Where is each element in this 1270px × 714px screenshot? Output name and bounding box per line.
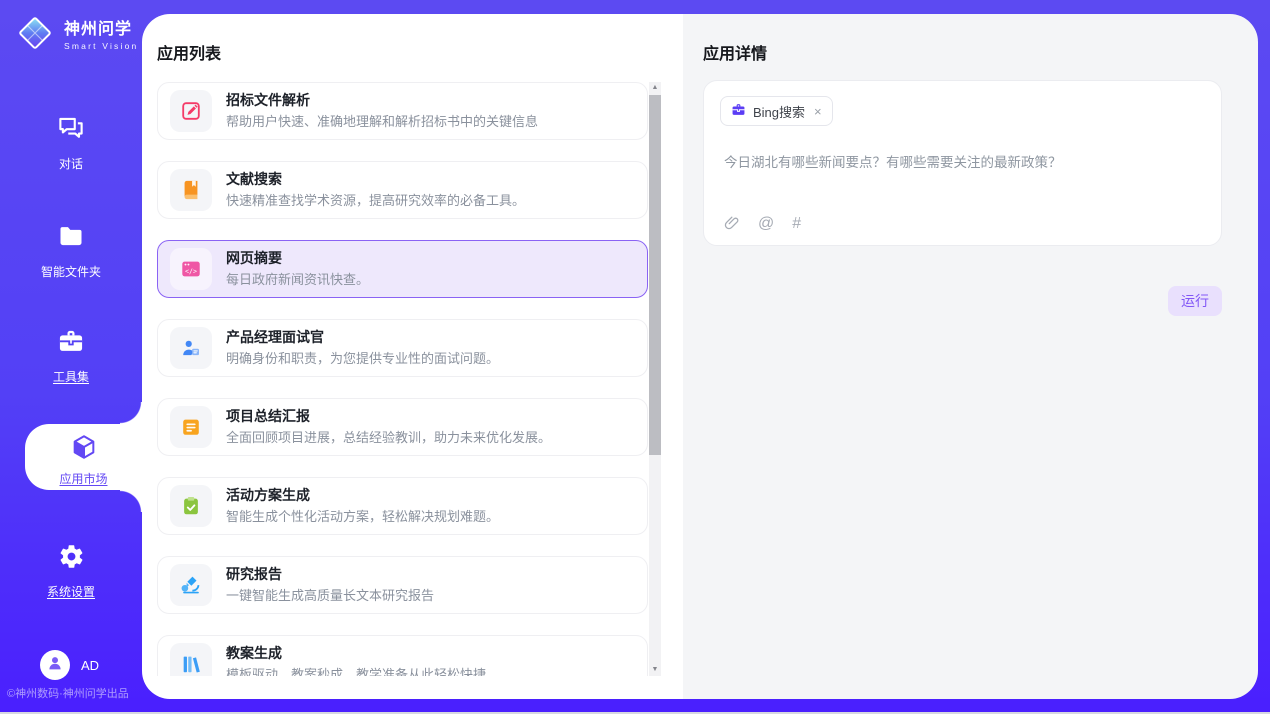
app-list-panel: 应用列表 招标文件解析 帮助用户快速、准确地理解和解析招标书中的关键信息 [142, 14, 683, 699]
app-item-desc: 全面回顾项目进展，总结经验教训，助力未来优化发展。 [226, 430, 551, 446]
sidebar-item-smart-folder[interactable]: 智能文件夹 [0, 222, 142, 280]
run-button[interactable]: 运行 [1168, 286, 1222, 316]
diamond-logo-icon [14, 12, 56, 54]
svg-text:</>: </> [185, 267, 197, 275]
app-list-item-web-summary[interactable]: </> 网页摘要 每日政府新闻资讯快查。 [157, 240, 648, 298]
avatar [40, 650, 70, 680]
app-detail-title: 应用详情 [703, 40, 767, 64]
prompt-toolbar: @ # [723, 215, 801, 232]
app-item-title: 文献搜索 [226, 171, 525, 189]
app-item-desc: 智能生成个性化活动方案，轻松解决规划难题。 [226, 509, 499, 525]
app-item-title: 研究报告 [226, 566, 434, 584]
interviewer-icon [170, 327, 212, 369]
sidebar-item-label: 系统设置 [47, 583, 95, 600]
app-item-desc: 一键智能生成高质量长文本研究报告 [226, 588, 434, 604]
app-item-title: 项目总结汇报 [226, 408, 551, 426]
user-name: AD [81, 658, 99, 673]
attachment-icon[interactable] [723, 215, 740, 232]
sidebar-item-label: 对话 [59, 155, 83, 172]
app-list-item-bid-parse[interactable]: 招标文件解析 帮助用户快速、准确地理解和解析招标书中的关键信息 [157, 82, 648, 140]
tool-tag-label: Bing搜索 [753, 102, 805, 121]
app-list-scrollbar[interactable]: ▲ ▼ [649, 82, 661, 676]
app-item-desc: 模板驱动，教案秒成，教学准备从此轻松快捷 [226, 667, 486, 676]
app-list-item-research-report[interactable]: 研究报告 一键智能生成高质量长文本研究报告 [157, 556, 648, 614]
sidebar-item-label: 工具集 [53, 368, 89, 385]
brand-subtitle: Smart Vision [64, 41, 138, 51]
app-item-title: 招标文件解析 [226, 92, 538, 110]
chat-icon [56, 112, 86, 147]
user-account[interactable]: AD [40, 650, 99, 680]
gear-icon [58, 543, 85, 575]
app-list: 招标文件解析 帮助用户快速、准确地理解和解析招标书中的关键信息 文献搜索 快速精… [157, 82, 648, 676]
avatar-person-icon [46, 654, 64, 677]
app-item-title: 活动方案生成 [226, 487, 499, 505]
sidebar-item-label: 智能文件夹 [41, 263, 101, 280]
app-list-title: 应用列表 [157, 40, 221, 64]
edit-doc-icon [170, 90, 212, 132]
app-item-title: 网页摘要 [226, 250, 369, 268]
app-list-item-lesson-plan[interactable]: 教案生成 模板驱动，教案秒成，教学准备从此轻松快捷 [157, 635, 648, 676]
sidebar-item-chat[interactable]: 对话 [0, 112, 142, 172]
app-list-item-literature-search[interactable]: 文献搜索 快速精准查找学术资源，提高研究效率的必备工具。 [157, 161, 648, 219]
close-icon[interactable]: × [814, 104, 822, 119]
mention-icon[interactable]: @ [758, 216, 774, 232]
brand-name: 神州问学 [64, 15, 138, 39]
app-item-title: 产品经理面试官 [226, 329, 499, 347]
sidebar-item-label: 应用市场 [59, 470, 107, 487]
hash-icon[interactable]: # [792, 216, 801, 232]
browser-code-icon: </> [170, 248, 212, 290]
main-content: 应用列表 招标文件解析 帮助用户快速、准确地理解和解析招标书中的关键信息 [142, 14, 1258, 699]
cube-icon [70, 433, 98, 466]
toolbox-icon [57, 327, 85, 360]
briefcase-icon [731, 102, 746, 120]
app-item-desc: 快速精准查找学术资源，提高研究效率的必备工具。 [226, 193, 525, 209]
book-icon [170, 169, 212, 211]
app-list-item-event-plan[interactable]: 活动方案生成 智能生成个性化活动方案，轻松解决规划难题。 [157, 477, 648, 535]
sidebar-item-app-market[interactable]: 应用市场 [25, 424, 142, 490]
sidebar-item-settings[interactable]: 系统设置 [0, 543, 142, 600]
sidebar: 神州问学 Smart Vision 对话 智能文件夹 工具集 [0, 0, 142, 714]
folder-icon [57, 222, 85, 255]
brand-logo: 神州问学 Smart Vision [14, 12, 138, 54]
scrollbar-thumb[interactable] [649, 95, 661, 455]
copyright-text: ©神州数码·神州问学出品 [7, 685, 129, 701]
research-icon [170, 564, 212, 606]
books-icon [170, 643, 212, 676]
app-item-title: 教案生成 [226, 645, 486, 663]
scroll-up-icon[interactable]: ▲ [649, 83, 661, 93]
report-board-icon [170, 406, 212, 448]
app-list-item-pm-interviewer[interactable]: 产品经理面试官 明确身份和职责，为您提供专业性的面试问题。 [157, 319, 648, 377]
sidebar-item-toolset[interactable]: 工具集 [0, 327, 142, 385]
tool-tag-bing-search[interactable]: Bing搜索 × [720, 96, 833, 126]
app-item-desc: 每日政府新闻资讯快查。 [226, 272, 369, 288]
prompt-card: Bing搜索 × 今日湖北有哪些新闻要点？有哪些需要关注的最新政策？ @ # [703, 80, 1222, 246]
app-list-item-project-summary[interactable]: 项目总结汇报 全面回顾项目进展，总结经验教训，助力未来优化发展。 [157, 398, 648, 456]
app-item-desc: 帮助用户快速、准确地理解和解析招标书中的关键信息 [226, 114, 538, 130]
app-item-desc: 明确身份和职责，为您提供专业性的面试问题。 [226, 351, 499, 367]
prompt-input[interactable]: 今日湖北有哪些新闻要点？有哪些需要关注的最新政策？ [724, 151, 1201, 171]
scroll-down-icon[interactable]: ▼ [649, 665, 661, 675]
app-detail-panel: 应用详情 Bing搜索 × 今日湖北有哪些新闻要点？有哪些需要关注的最新政策？ [683, 14, 1258, 699]
clipboard-check-icon [170, 485, 212, 527]
